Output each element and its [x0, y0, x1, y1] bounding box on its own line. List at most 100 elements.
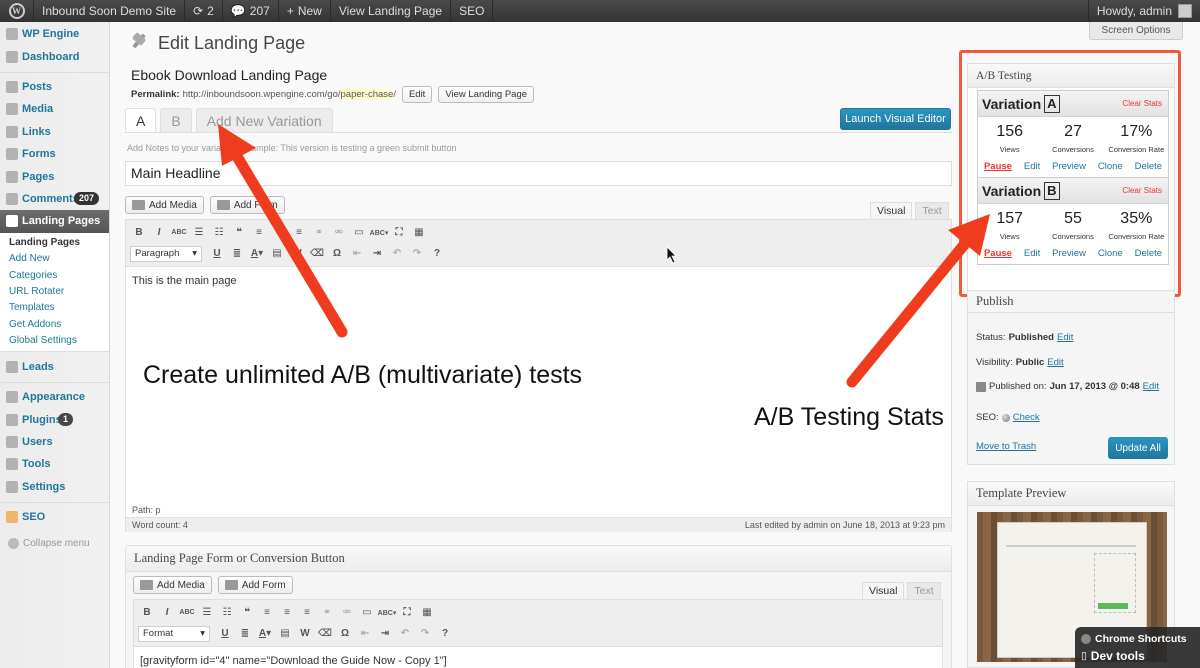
- sidebar-item-pages[interactable]: Pages: [0, 165, 109, 187]
- paste-text-icon[interactable]: ▤: [276, 626, 294, 642]
- underline-icon[interactable]: U: [208, 246, 226, 262]
- sidebar-item-posts[interactable]: Posts: [0, 76, 109, 98]
- tab-visual[interactable]: Visual: [870, 202, 913, 219]
- submenu-add-new[interactable]: Add New: [0, 251, 109, 267]
- paste-word-icon[interactable]: W: [296, 626, 314, 642]
- fullscreen-icon[interactable]: ⛶: [390, 225, 408, 241]
- editor1-content[interactable]: This is the main page: [126, 267, 951, 295]
- sidebar-item-leads[interactable]: Leads: [0, 356, 109, 378]
- underline-icon[interactable]: U: [216, 626, 234, 642]
- site-name-link[interactable]: Inbound Soon Demo Site: [34, 0, 186, 22]
- published-edit-link[interactable]: Edit: [1143, 381, 1159, 392]
- permalink-edit-button[interactable]: Edit: [401, 86, 433, 103]
- launch-visual-editor-button[interactable]: Launch Visual Editor: [840, 108, 951, 130]
- blockquote-icon[interactable]: ❝: [238, 605, 256, 621]
- bullet-list-icon[interactable]: ☰: [190, 225, 208, 241]
- justify-icon[interactable]: ≣: [236, 626, 254, 642]
- italic-icon[interactable]: I: [150, 225, 168, 241]
- add-media-button[interactable]: Add Media: [125, 196, 204, 214]
- format-select[interactable]: Paragraph ▾: [130, 245, 202, 262]
- tab-add-new-variation[interactable]: Add New Variation: [195, 108, 333, 132]
- format-select-2[interactable]: Format ▾: [138, 625, 210, 642]
- sidebar-item-media[interactable]: Media: [0, 98, 109, 120]
- indent-icon[interactable]: ⇥: [368, 246, 386, 262]
- bold-icon[interactable]: B: [130, 225, 148, 241]
- unlink-icon[interactable]: ⚮: [330, 225, 348, 241]
- submenu-get-addons[interactable]: Get Addons: [0, 316, 109, 332]
- align-left-icon[interactable]: ≡: [250, 225, 268, 241]
- sidebar-item-wp-engine[interactable]: WP Engine: [0, 23, 109, 45]
- undo-icon[interactable]: ↶: [388, 246, 406, 262]
- spellcheck-icon[interactable]: ABC▾: [378, 605, 397, 621]
- sidebar-item-dashboard[interactable]: Dashboard: [0, 45, 109, 67]
- move-to-trash-link[interactable]: Move to Trash: [976, 441, 1036, 452]
- tab-text-2[interactable]: Text: [907, 582, 941, 599]
- unlink-icon[interactable]: ⚮: [338, 605, 356, 621]
- sidebar-item-settings[interactable]: Settings: [0, 476, 109, 498]
- justify-icon[interactable]: ≣: [228, 246, 246, 262]
- sidebar-item-links[interactable]: Links: [0, 121, 109, 143]
- update-all-button[interactable]: Update All: [1108, 437, 1168, 459]
- align-center-icon[interactable]: ≡: [270, 225, 288, 241]
- collapse-menu-button[interactable]: Collapse menu: [0, 532, 109, 554]
- special-character-icon[interactable]: Ω: [328, 246, 346, 262]
- numbered-list-icon[interactable]: ☷: [218, 605, 236, 621]
- sidebar-item-plugins[interactable]: Plugins 1: [0, 408, 109, 430]
- sidebar-item-seo[interactable]: SEO: [0, 506, 109, 528]
- add-media-button-2[interactable]: Add Media: [133, 576, 212, 594]
- help-icon[interactable]: ?: [436, 626, 454, 642]
- editor2-content[interactable]: [gravityform id="4" name="Download the G…: [134, 647, 942, 668]
- italic-icon[interactable]: I: [158, 605, 176, 621]
- redo-icon[interactable]: ↷: [416, 626, 434, 642]
- align-left-icon[interactable]: ≡: [258, 605, 276, 621]
- account-menu[interactable]: Howdy, admin: [1087, 0, 1200, 22]
- status-edit-link[interactable]: Edit: [1057, 332, 1073, 343]
- help-icon[interactable]: ?: [428, 246, 446, 262]
- strikethrough-icon[interactable]: ABC: [178, 605, 196, 621]
- main-headline-input[interactable]: Main Headline: [125, 161, 952, 186]
- paste-text-icon[interactable]: ▤: [268, 246, 286, 262]
- bold-icon[interactable]: B: [138, 605, 156, 621]
- close-icon[interactable]: [1081, 633, 1091, 644]
- kitchen-sink-icon[interactable]: ▦: [410, 225, 428, 241]
- redo-icon[interactable]: ↷: [408, 246, 426, 262]
- submenu-global-settings[interactable]: Global Settings: [0, 332, 109, 348]
- link-icon[interactable]: ⚭: [318, 605, 336, 621]
- more-tag-icon[interactable]: ▭: [358, 605, 376, 621]
- comments-link[interactable]: 💬 207: [223, 0, 279, 22]
- chrome-shortcuts-overlay[interactable]: Chrome Shortcuts ▯ Dev tools: [1075, 627, 1200, 668]
- chrome-shortcuts-row[interactable]: Chrome Shortcuts: [1081, 630, 1194, 647]
- post-title[interactable]: Ebook Download Landing Page: [131, 67, 327, 83]
- kitchen-sink-icon[interactable]: ▦: [418, 605, 436, 621]
- text-color-icon[interactable]: A ▾: [256, 626, 274, 642]
- tab-text[interactable]: Text: [915, 202, 949, 219]
- submenu-categories[interactable]: Categories: [0, 267, 109, 283]
- sidebar-item-forms[interactable]: Forms: [0, 143, 109, 165]
- tab-visual-2[interactable]: Visual: [862, 582, 905, 599]
- submenu-url-rotater[interactable]: URL Rotater: [0, 283, 109, 299]
- blockquote-icon[interactable]: ❝: [230, 225, 248, 241]
- sidebar-item-appearance[interactable]: Appearance: [0, 386, 109, 408]
- strikethrough-icon[interactable]: ABC: [170, 225, 188, 241]
- seo-link[interactable]: SEO: [451, 0, 494, 22]
- submenu-landing-pages[interactable]: Landing Pages: [0, 235, 109, 251]
- text-color-icon[interactable]: A ▾: [248, 246, 266, 262]
- special-character-icon[interactable]: Ω: [336, 626, 354, 642]
- sidebar-item-tools[interactable]: Tools: [0, 453, 109, 475]
- outdent-icon[interactable]: ⇤: [356, 626, 374, 642]
- new-link[interactable]: + New: [279, 0, 331, 22]
- variation-notes-input[interactable]: Add Notes to your variation. Example: Th…: [127, 143, 457, 153]
- undo-icon[interactable]: ↶: [396, 626, 414, 642]
- spellcheck-icon[interactable]: ABC▾: [370, 225, 389, 241]
- permalink-url[interactable]: http://inboundsoon.wpengine.com/go/paper…: [183, 89, 396, 100]
- submenu-templates[interactable]: Templates: [0, 300, 109, 316]
- more-tag-icon[interactable]: ▭: [350, 225, 368, 241]
- tab-variation-a[interactable]: A: [125, 108, 157, 132]
- link-icon[interactable]: ⚭: [310, 225, 328, 241]
- align-right-icon[interactable]: ≡: [298, 605, 316, 621]
- sidebar-item-comments[interactable]: Comments 207: [0, 188, 109, 210]
- fullscreen-icon[interactable]: ⛶: [398, 605, 416, 621]
- add-form-button-2[interactable]: Add Form: [217, 576, 293, 594]
- bullet-list-icon[interactable]: ☰: [198, 605, 216, 621]
- align-center-icon[interactable]: ≡: [278, 605, 296, 621]
